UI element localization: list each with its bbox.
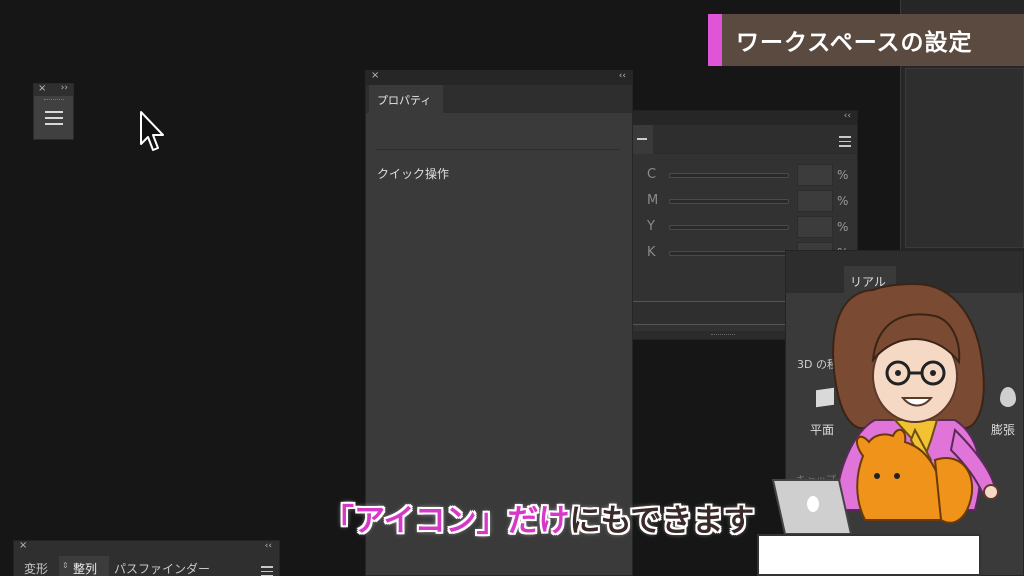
collapse-icon[interactable]: ‹‹ (265, 541, 272, 551)
percent-unit: % (837, 194, 849, 208)
mouse-cursor-icon (140, 111, 164, 151)
tab-pathfinder[interactable]: パスファインダー (114, 556, 210, 576)
grip-handle[interactable] (44, 99, 64, 102)
divider (376, 149, 620, 150)
tab-align-label: 整列 (73, 562, 98, 576)
channel-label: K (647, 245, 656, 260)
resize-handle[interactable] (711, 334, 735, 338)
caption-highlight: 「アイコン」だけ (323, 503, 570, 539)
collapse-icon[interactable]: ‹‹ (844, 111, 851, 121)
desk (757, 534, 981, 576)
color-panel-tab[interactable] (631, 125, 653, 154)
panel-menu-icon[interactable] (261, 566, 273, 576)
tab-transform[interactable]: 変形 (24, 556, 48, 576)
collapsed-panel-header[interactable]: × ›› (34, 83, 73, 96)
percent-unit: % (837, 220, 849, 234)
channel-label: M (647, 193, 659, 208)
align-panel[interactable]: × ‹‹ 変形 ⇕ 整列 パスファインダー (13, 540, 280, 576)
cmyk-row-y: Y % (647, 216, 857, 238)
channel-label: C (647, 167, 657, 182)
cmyk-row-m: M % (647, 190, 857, 212)
channel-slider[interactable] (669, 225, 789, 230)
color-panel-header[interactable]: ‹‹ (601, 111, 857, 125)
channel-slider[interactable] (669, 199, 789, 204)
channel-label: Y (647, 219, 655, 234)
tab-align[interactable]: ⇕ 整列 (59, 556, 109, 576)
percent-unit: % (837, 168, 849, 182)
channel-value-input[interactable] (797, 216, 833, 238)
banner-title: ワークスペースの設定 (736, 30, 973, 56)
collapsed-panel[interactable]: × ›› (33, 83, 74, 140)
channel-slider[interactable] (669, 173, 789, 178)
align-panel-header[interactable]: × ‹‹ (14, 540, 279, 555)
sort-icon: ⇕ (62, 561, 69, 570)
cmyk-row-c: C % (647, 164, 857, 186)
caption-text: にもできます (569, 503, 755, 539)
panel-menu-icon[interactable] (839, 136, 851, 150)
properties-panel-header[interactable]: × ‹‹ (366, 70, 632, 85)
subtitle-caption: 「アイコン」だけにもできます (323, 495, 754, 540)
channel-value-input[interactable] (797, 164, 833, 186)
title-banner: ワークスペースの設定 (708, 14, 1024, 66)
collapse-icon[interactable]: ‹‹ (619, 71, 626, 81)
banner-accent (708, 14, 722, 66)
close-icon[interactable]: × (19, 540, 27, 551)
channel-value-input[interactable] (797, 190, 833, 212)
channel-slider[interactable] (669, 251, 789, 256)
close-icon[interactable]: × (371, 70, 379, 81)
quick-actions-label: クイック操作 (377, 167, 450, 181)
close-icon[interactable]: × (38, 83, 46, 94)
tab-properties[interactable]: プロパティ (369, 85, 443, 113)
expand-icon[interactable]: ›› (61, 83, 68, 93)
presenter-illustration (771, 282, 999, 535)
menu-icon[interactable] (45, 111, 63, 129)
